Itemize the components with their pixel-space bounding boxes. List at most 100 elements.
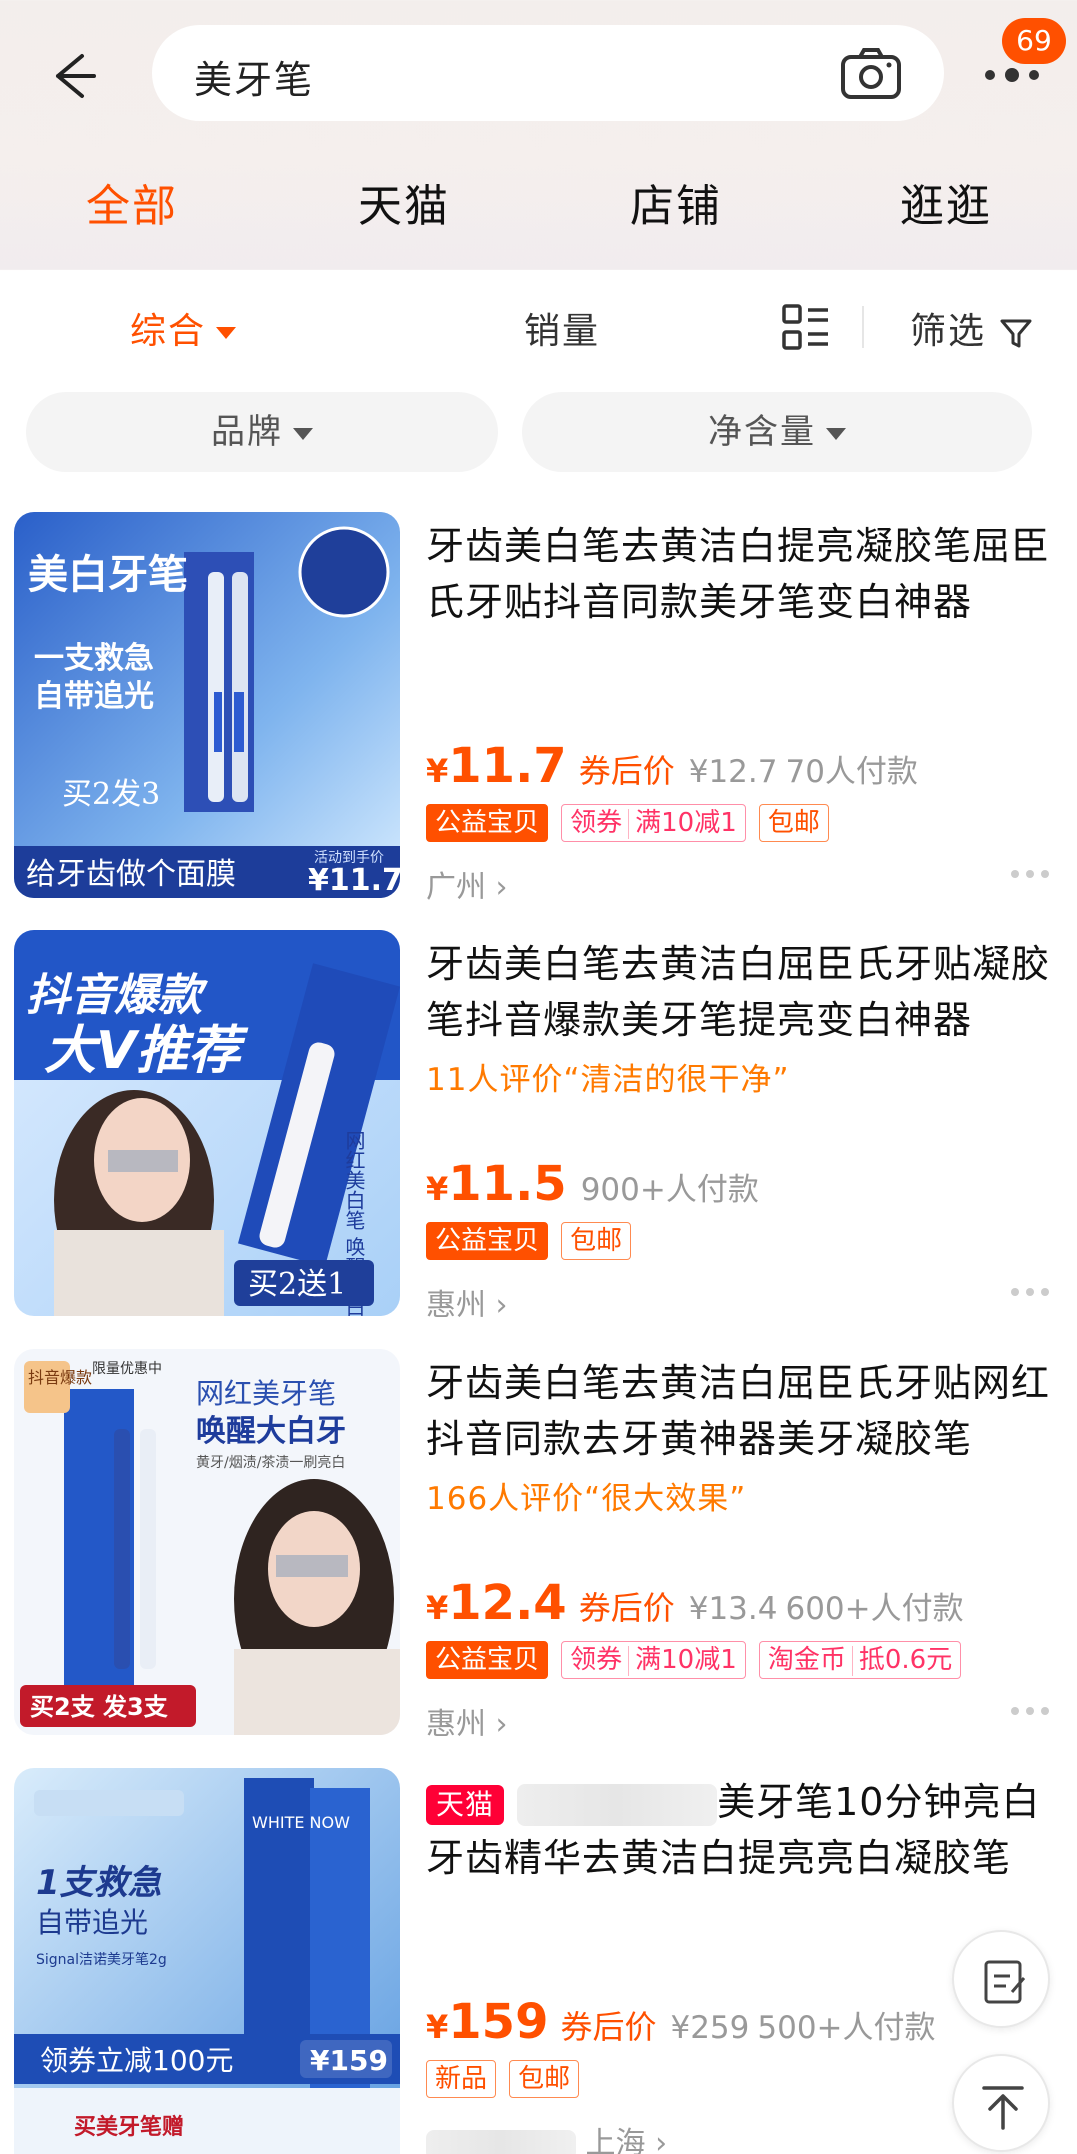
search-input[interactable]: 美牙笔 — [152, 25, 944, 121]
svg-text:一支救急: 一支救急 — [34, 641, 154, 676]
svg-text:领券立减100元: 领券立减100元 — [40, 2044, 233, 2077]
product-info: 牙齿美白笔去黄洁白屈臣氏牙贴网红抖音同款去牙黄神器美牙凝胶笔 166人评价“很大… — [426, 1355, 1056, 1742]
svg-text:WHITE NOW: WHITE NOW — [252, 1813, 350, 1832]
product-image[interactable]: 抖音爆款 限量优惠中 网红美牙笔 唤醒大白牙 黄牙/烟渍/茶渍一刷亮白 买2支 … — [14, 1349, 400, 1735]
tags: 公益宝贝 领券 满10减1 包邮 — [426, 804, 837, 846]
more-dots-icon[interactable] — [1009, 1286, 1051, 1298]
shop-location[interactable]: 惠州 › — [426, 1699, 508, 1743]
svg-text:给牙齿做个面膜: 给牙齿做个面膜 — [26, 857, 236, 892]
svg-text:抖音爆款: 抖音爆款 — [28, 1368, 92, 1387]
tag-free-shipping: 包邮 — [509, 2060, 580, 2098]
more-dots-icon[interactable] — [1009, 1705, 1051, 1717]
svg-text:唤醒大白牙: 唤醒大白牙 — [196, 1414, 346, 1449]
tab-tmall[interactable]: 天猫 — [358, 170, 450, 234]
svg-text:买2发3: 买2发3 — [62, 777, 160, 812]
blurred-region — [34, 1790, 184, 1816]
product-title[interactable]: 牙齿美白笔去黄洁白提亮凝胶笔屈臣氏牙贴抖音同款美牙笔变白神器 — [426, 518, 1056, 630]
caret-down-icon — [216, 327, 237, 339]
product-price: 11.7 — [448, 738, 567, 794]
tag-coupon[interactable]: 领券 满10减1 — [561, 1641, 746, 1679]
tags: 新品 包邮 — [426, 2060, 587, 2102]
svg-text:¥11.7: ¥11.7 — [308, 863, 400, 898]
product-image[interactable]: WHITE NOW 1支救急 自带追光 Signal洁诺美牙笔2g 领券立减10… — [14, 1768, 400, 2154]
tmall-badge: 天猫 — [426, 1784, 505, 1825]
back-arrow-icon[interactable] — [44, 48, 100, 104]
svg-text:限量优惠中: 限量优惠中 — [92, 1361, 162, 1377]
search-query: 美牙笔 — [194, 58, 315, 102]
svg-text:¥159: ¥159 — [310, 2044, 388, 2077]
product-image[interactable]: 美白牙笔 一支救急 自带追光 买2发3 给牙齿做个面膜 活动到手价 ¥11.7 — [14, 512, 400, 898]
tag-new: 新品 — [426, 2060, 497, 2098]
svg-text:买2支 发3支: 买2支 发3支 — [30, 1693, 169, 1721]
list-layout-icon[interactable] — [782, 304, 830, 350]
filter-chips: 品牌 净含量 — [0, 392, 1077, 472]
product-title[interactable]: 天猫 美牙笔10分钟亮白牙齿精华去黄洁白提亮亮白凝胶笔 — [426, 1774, 1056, 1886]
svg-text:买美牙笔赠: 买美牙笔赠 — [74, 2114, 184, 2140]
tab-shops[interactable]: 店铺 — [630, 170, 722, 234]
svg-text:大V推荐: 大V推荐 — [44, 1021, 249, 1081]
notification-badge: 69 — [1002, 18, 1066, 64]
svg-text:黄牙/烟渍/茶渍一刷亮白: 黄牙/烟渍/茶渍一刷亮白 — [196, 1454, 345, 1471]
product-price: 12.4 — [448, 1575, 567, 1631]
sort-sales[interactable]: 销量 — [524, 302, 600, 354]
arrow-up-icon — [982, 2086, 1024, 2130]
product-info: 牙齿美白笔去黄洁白屈臣氏牙贴凝胶笔抖音爆款美牙笔提亮变白神器 11人评价“清洁的… — [426, 936, 1056, 1323]
product-info: 天猫 美牙笔10分钟亮白牙齿精华去黄洁白提亮亮白凝胶笔 ¥159 券后价 ¥259 5… — [426, 1774, 1056, 2154]
review-snippet: 166人评价“很大效果” — [426, 1481, 747, 1517]
product-photo: WHITE NOW 1支救急 自带追光 Signal洁诺美牙笔2g 领券立减10… — [14, 1768, 400, 2154]
tag-free-shipping: 包邮 — [758, 804, 829, 842]
svg-text:Signal洁诺美牙笔2g: Signal洁诺美牙笔2g — [36, 1952, 167, 1968]
feedback-button[interactable] — [952, 1930, 1050, 2028]
tag-charity: 公益宝贝 — [426, 804, 549, 842]
tag-charity: 公益宝贝 — [426, 1641, 549, 1679]
product-info: 牙齿美白笔去黄洁白提亮凝胶笔屈臣氏牙贴抖音同款美牙笔变白神器 ¥11.7 券后价 ¥… — [426, 518, 1056, 905]
product-photo: 抖音爆款 大V推荐 网红美白笔 唤醒大白牙 买2送1 — [14, 930, 400, 1316]
tab-all[interactable]: 全部 — [86, 170, 178, 234]
thumb-headline: 美白牙笔 — [28, 551, 188, 598]
product-card-4[interactable]: WHITE NOW 1支救急 自带追光 Signal洁诺美牙笔2g 领券立减10… — [0, 1768, 1077, 2154]
svg-text:抖音爆款: 抖音爆款 — [26, 970, 208, 1021]
price-line: ¥11.7 券后价 ¥12.7 70人付款 — [426, 738, 918, 794]
product-price: 159 — [448, 1994, 549, 2050]
product-title[interactable]: 牙齿美白笔去黄洁白屈臣氏牙贴网红抖音同款去牙黄神器美牙凝胶笔 — [426, 1355, 1056, 1467]
tab-browse[interactable]: 逛逛 — [900, 170, 992, 234]
edit-note-icon — [984, 1960, 1026, 2004]
blurred-shop-name — [517, 1783, 718, 1826]
product-title[interactable]: 牙齿美白笔去黄洁白屈臣氏牙贴凝胶笔抖音爆款美牙笔提亮变白神器 — [426, 936, 1056, 1048]
tags: 公益宝贝 领券 满10减1 淘金币 抵0.6元 — [426, 1641, 969, 1683]
tag-free-shipping: 包邮 — [561, 1222, 632, 1260]
svg-text:自带追光: 自带追光 — [36, 1906, 148, 1939]
search-scope-tabs: 全部 天猫 店铺 逛逛 — [0, 170, 1077, 250]
funnel-icon — [1000, 319, 1032, 348]
svg-text:买2送1: 买2送1 — [248, 1267, 346, 1302]
svg-text:自带追光: 自带追光 — [34, 679, 154, 714]
top-bar: 美牙笔 69 — [0, 0, 1077, 140]
more-dots-icon[interactable] — [1009, 868, 1051, 880]
tags: 公益宝贝 包邮 — [426, 1222, 639, 1264]
shop-location[interactable]: 惠州 › — [426, 1280, 508, 1324]
product-price: 11.5 — [448, 1156, 567, 1212]
tag-charity: 公益宝贝 — [426, 1222, 549, 1260]
price-line: ¥12.4 券后价 ¥13.4 600+人付款 — [426, 1575, 964, 1631]
chip-brand[interactable]: 品牌 — [26, 392, 498, 472]
tag-taobao-coin[interactable]: 淘金币 抵0.6元 — [758, 1641, 962, 1679]
product-photo: 美白牙笔 一支救急 自带追光 买2发3 给牙齿做个面膜 活动到手价 ¥11.7 — [14, 512, 400, 898]
filter-button[interactable]: 筛选 — [910, 302, 1033, 354]
shop-location[interactable]: 广州 › — [426, 862, 508, 906]
blurred-shop-name — [426, 2129, 576, 2154]
sort-comprehensive[interactable]: 综合 — [130, 302, 237, 354]
product-photo: 抖音爆款 限量优惠中 网红美牙笔 唤醒大白牙 黄牙/烟渍/茶渍一刷亮白 买2支 … — [14, 1349, 400, 1735]
product-card-2[interactable]: 抖音爆款 大V推荐 网红美白笔 唤醒大白牙 买2送1 牙齿美白笔去黄洁白屈臣氏牙… — [0, 930, 1077, 1330]
product-card-3[interactable]: 抖音爆款 限量优惠中 网红美牙笔 唤醒大白牙 黄牙/烟渍/茶渍一刷亮白 买2支 … — [0, 1349, 1077, 1749]
product-card-1[interactable]: 美白牙笔 一支救急 自带追光 买2发3 给牙齿做个面膜 活动到手价 ¥11.7 … — [0, 512, 1077, 912]
back-to-top-button[interactable] — [952, 2054, 1050, 2152]
product-image[interactable]: 抖音爆款 大V推荐 网红美白笔 唤醒大白牙 买2送1 — [14, 930, 400, 1316]
divider — [862, 306, 864, 348]
price-line: ¥159 券后价 ¥259 500+人付款 — [426, 1994, 936, 2050]
tag-coupon[interactable]: 领券 满10减1 — [561, 804, 746, 842]
camera-icon[interactable] — [840, 47, 902, 101]
chip-net-content[interactable]: 净含量 — [522, 392, 1032, 472]
sort-bar: 综合 销量 筛选 — [0, 270, 1077, 380]
shop-location[interactable]: 上海 › — [426, 2118, 667, 2154]
review-snippet: 11人评价“清洁的很干净” — [426, 1062, 790, 1098]
